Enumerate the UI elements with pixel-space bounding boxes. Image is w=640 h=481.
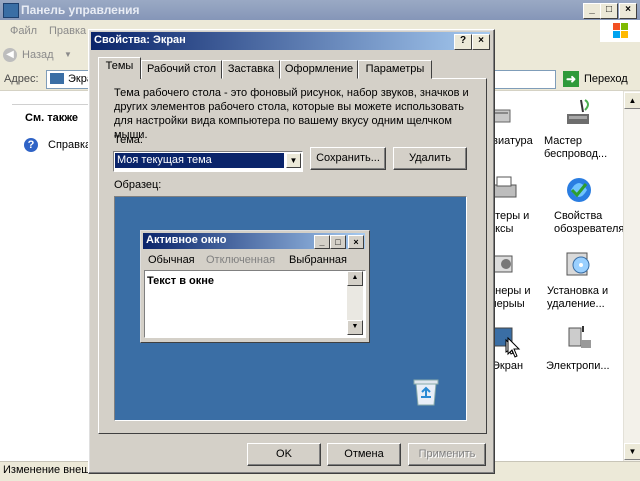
power-options-icon[interactable]	[563, 322, 595, 354]
wireless-icon[interactable]	[563, 96, 595, 128]
address-folder-icon	[50, 73, 64, 84]
go-button[interactable]: Переход	[584, 73, 628, 85]
preview-window-title: Активное окно	[146, 234, 227, 246]
menu-file[interactable]: Файл	[10, 25, 37, 37]
preview-close-icon: ×	[348, 235, 364, 249]
tab-themes[interactable]: Темы	[98, 57, 141, 79]
tab-settings[interactable]: Параметры	[358, 60, 432, 79]
back-button[interactable]: Назад	[22, 49, 54, 61]
cp-label-addremove[interactable]: Установка и удаление...	[547, 285, 608, 311]
preview-scroll-down-icon: ▼	[347, 320, 363, 335]
preview-maximize-icon: □	[330, 235, 346, 249]
address-label: Адрес:	[4, 73, 39, 85]
windows-logo	[600, 20, 640, 42]
chevron-down-icon[interactable]: ▼	[286, 153, 301, 168]
ok-button[interactable]: OK	[247, 443, 321, 466]
back-dropdown-icon[interactable]: ▼	[64, 50, 72, 59]
cp-label-wireless[interactable]: Мастер беспровод...	[544, 135, 607, 161]
browser-options-icon[interactable]	[563, 174, 595, 206]
scanner-icon[interactable]	[491, 248, 524, 280]
help-icon: ?	[24, 138, 38, 152]
theme-label: Тема:	[114, 134, 143, 146]
menu-edit[interactable]: Правка	[49, 25, 86, 37]
dialog-close-button[interactable]: ×	[472, 34, 490, 50]
vertical-scrollbar[interactable]	[623, 91, 640, 461]
save-theme-button[interactable]: Сохранить...	[310, 147, 386, 170]
status-text: Изменение внешн	[3, 464, 97, 476]
see-also-title: См. также	[25, 112, 78, 124]
preview-menu-disabled: Отключенная	[206, 254, 276, 266]
dialog-help-button[interactable]: ?	[454, 34, 472, 50]
tab-desktop[interactable]: Рабочий стол	[141, 60, 222, 79]
help-link[interactable]: Справка	[48, 139, 91, 151]
cancel-button[interactable]: Отмена	[327, 443, 401, 466]
cp-label-printers[interactable]: нтеры и аксы	[489, 210, 529, 236]
control-panel-icon	[3, 3, 19, 18]
go-arrow-icon[interactable]: ➜	[563, 71, 579, 87]
add-remove-programs-icon[interactable]	[563, 247, 595, 279]
cp-label-scanners[interactable]: анеры и мерыы	[489, 285, 531, 311]
maximize-button[interactable]: □	[600, 3, 618, 19]
close-button[interactable]: ×	[619, 3, 637, 19]
keyboard-icon[interactable]	[491, 100, 524, 132]
apply-button[interactable]: Применить	[408, 443, 486, 466]
delete-theme-button[interactable]: Удалить	[393, 147, 467, 170]
back-arrow-icon[interactable]: ◀	[3, 48, 17, 62]
preview-menu-selected: Выбранная	[289, 254, 348, 266]
preview-minimize-icon: _	[314, 235, 330, 249]
cp-label-browser[interactable]: Свойства обозревателя	[554, 210, 624, 236]
tab-screensaver[interactable]: Заставка	[222, 60, 280, 79]
mouse-cursor-icon	[507, 336, 521, 362]
dialog-title: Свойства: Экран	[94, 34, 186, 46]
tab-appearance[interactable]: Оформление	[280, 60, 358, 79]
printer-icon[interactable]	[491, 175, 524, 207]
preview-window-text: Текст в окне	[147, 275, 215, 287]
themes-description: Тема рабочего стола - это фоновый рисуно…	[114, 87, 469, 141]
theme-selected-value[interactable]: Моя текущая тема	[115, 153, 284, 168]
preview-scroll-up-icon: ▲	[347, 271, 363, 286]
control-panel-title: Панель управления	[21, 3, 140, 17]
preview-label: Образец:	[114, 179, 162, 191]
recycle-bin-icon	[413, 377, 439, 407]
scroll-up-arrow-icon[interactable]: ▲	[624, 92, 640, 109]
preview-menu-normal: Обычная	[148, 254, 195, 266]
cp-label-power[interactable]: Электропи...	[546, 360, 610, 373]
scroll-down-arrow-icon[interactable]: ▼	[624, 443, 640, 460]
minimize-button[interactable]: _	[583, 3, 601, 19]
